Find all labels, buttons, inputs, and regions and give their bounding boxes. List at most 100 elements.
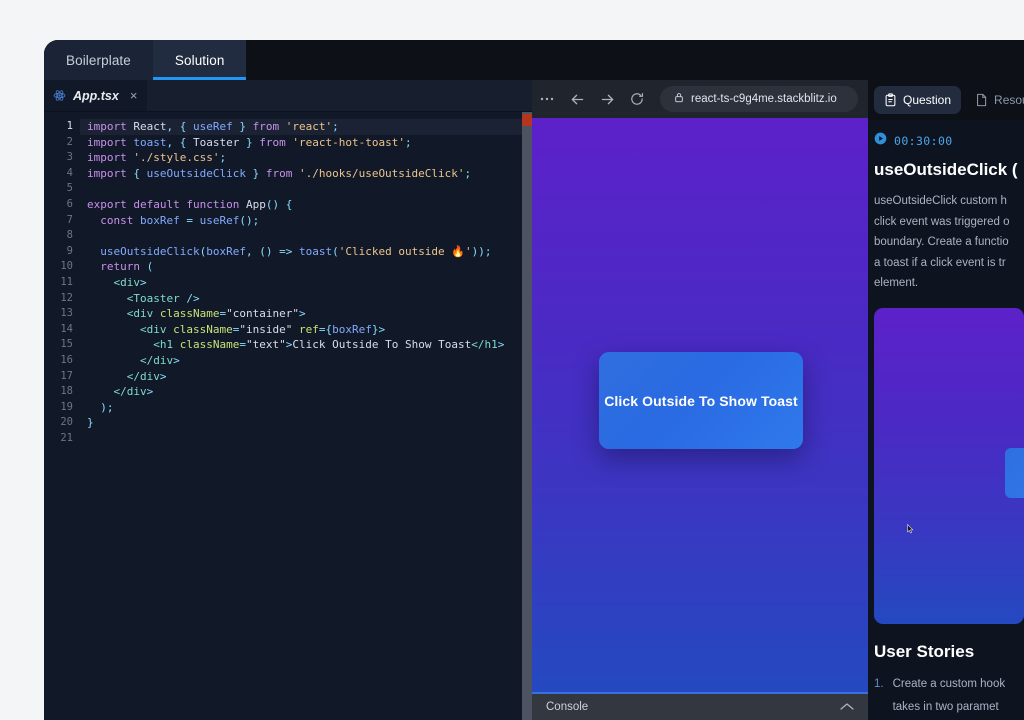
console-bar[interactable]: Console [532, 692, 868, 720]
line-number: 2 [44, 135, 80, 151]
question-content: 00:30:00 useOutsideClick ( useOutsideCli… [868, 120, 1024, 720]
react-icon [53, 89, 66, 102]
code-line: ); [87, 400, 532, 416]
description-line: useOutsideClick custom h [874, 191, 1024, 212]
description-line: click event was triggered o [874, 212, 1024, 233]
preview-iframe[interactable]: Click Outside To Show Toast [532, 118, 868, 692]
user-story-line: Create a custom hook [893, 673, 1006, 696]
code-line [87, 228, 532, 244]
user-stories-title: User Stories [874, 642, 1024, 662]
line-number: 10 [44, 259, 80, 275]
line-number: 12 [44, 291, 80, 307]
play-circle-icon[interactable] [874, 132, 887, 150]
file-tab-label: App.tsx [73, 89, 119, 103]
line-number: 19 [44, 400, 80, 416]
user-story-text: Create a custom hooktakes in two paramet [893, 673, 1006, 719]
code-line: <h1 className="text">Click Outside To Sh… [87, 337, 532, 353]
description-line: boundary. Create a functio [874, 232, 1024, 253]
code-line: useOutsideClick(boxRef, () => toast('Cli… [87, 244, 532, 260]
code-line [87, 181, 532, 197]
url-bar[interactable]: react-ts-c9g4me.stackblitz.io [660, 86, 858, 112]
line-number: 3 [44, 150, 80, 166]
inside-box[interactable]: Click Outside To Show Toast [599, 352, 803, 449]
line-number: 20 [44, 415, 80, 431]
tab-resources-label: Resources [994, 93, 1024, 107]
code-line: } [87, 415, 532, 431]
line-number: 1 [44, 119, 80, 135]
mini-preview: Clic [874, 308, 1024, 624]
code-line: </div> [87, 384, 532, 400]
code-editor-panel: App.tsx × 123456789101112131415161718192… [44, 80, 532, 720]
editor-scrollbar[interactable] [522, 112, 532, 720]
lock-icon [674, 92, 684, 106]
file-tab-bar: App.tsx × [44, 80, 532, 112]
timer-value: 00:30:00 [894, 134, 953, 148]
code-line: import { useOutsideClick } from './hooks… [87, 166, 532, 182]
close-icon[interactable]: × [130, 89, 138, 102]
line-number: 16 [44, 353, 80, 369]
code-line: export default function App() { [87, 197, 532, 213]
code-line [87, 431, 532, 447]
code-line: </div> [87, 353, 532, 369]
code-line: import React, { useRef } from 'react'; [80, 119, 532, 135]
tab-solution-label: Solution [175, 53, 225, 68]
top-tab-bar: Boilerplate Solution [44, 40, 1024, 80]
tab-boilerplate[interactable]: Boilerplate [44, 40, 153, 80]
code-line: <div> [87, 275, 532, 291]
question-title: useOutsideClick ( [874, 160, 1024, 180]
line-number: 6 [44, 197, 80, 213]
code-line: return ( [87, 259, 532, 275]
line-number: 18 [44, 384, 80, 400]
code-line: <div className="container"> [87, 306, 532, 322]
description-line: a toast if a click event is tr [874, 253, 1024, 274]
error-marker[interactable] [522, 114, 532, 126]
browser-toolbar: react-ts-c9g4me.stackblitz.io [532, 80, 868, 118]
more-options-icon[interactable] [532, 84, 562, 114]
code-line: <div className="inside" ref={boxRef}> [87, 322, 532, 338]
tab-solution[interactable]: Solution [153, 40, 247, 80]
console-label: Console [546, 701, 588, 713]
question-panel: Question Resources 00:30:00 useOutsideCl [868, 80, 1024, 720]
timer: 00:30:00 [874, 132, 1024, 150]
reload-icon[interactable] [622, 84, 652, 114]
chevron-up-icon[interactable] [840, 700, 854, 714]
line-number: 9 [44, 244, 80, 260]
code-area[interactable]: 123456789101112131415161718192021 import… [44, 112, 532, 720]
back-arrow-icon[interactable] [562, 84, 592, 114]
mini-cursor-icon [907, 521, 914, 531]
question-tab-bar: Question Resources [868, 80, 1024, 120]
line-number: 5 [44, 181, 80, 197]
code-line: const boxRef = useRef(); [87, 213, 532, 229]
user-stories-list: 1.Create a custom hooktakes in two param… [874, 673, 1024, 720]
tab-question[interactable]: Question [874, 86, 961, 114]
file-tab-app-tsx[interactable]: App.tsx × [44, 80, 147, 111]
code-line: <Toaster /> [87, 291, 532, 307]
document-icon [975, 93, 988, 107]
user-story-line: takes in two paramet [893, 696, 1006, 719]
user-story-number: 1. [874, 673, 884, 719]
mini-preview-box: Clic [1005, 448, 1024, 498]
line-number: 17 [44, 369, 80, 385]
tab-boilerplate-label: Boilerplate [66, 53, 131, 68]
description-line: element. [874, 273, 1024, 294]
line-number: 21 [44, 431, 80, 447]
line-number: 7 [44, 213, 80, 229]
code-line: import './style.css'; [87, 150, 532, 166]
preview-panel: react-ts-c9g4me.stackblitz.io Click Outs… [532, 80, 868, 720]
code-content[interactable]: import React, { useRef } from 'react'; im… [80, 112, 532, 720]
url-text: react-ts-c9g4me.stackblitz.io [691, 93, 837, 105]
question-description: useOutsideClick custom hclick event was … [874, 191, 1024, 294]
code-line: </div> [87, 369, 532, 385]
line-number: 4 [44, 166, 80, 182]
user-story-item: 1.Create a custom hooktakes in two param… [874, 673, 1024, 719]
line-number: 13 [44, 306, 80, 322]
tab-question-label: Question [903, 93, 951, 107]
line-number: 14 [44, 322, 80, 338]
workspace-split: App.tsx × 123456789101112131415161718192… [44, 80, 1024, 720]
forward-arrow-icon[interactable] [592, 84, 622, 114]
line-number: 11 [44, 275, 80, 291]
inside-box-label: Click Outside To Show Toast [604, 393, 798, 409]
app-window: Boilerplate Solution App.t [44, 40, 1024, 720]
line-number: 15 [44, 337, 80, 353]
tab-resources[interactable]: Resources [965, 86, 1024, 114]
